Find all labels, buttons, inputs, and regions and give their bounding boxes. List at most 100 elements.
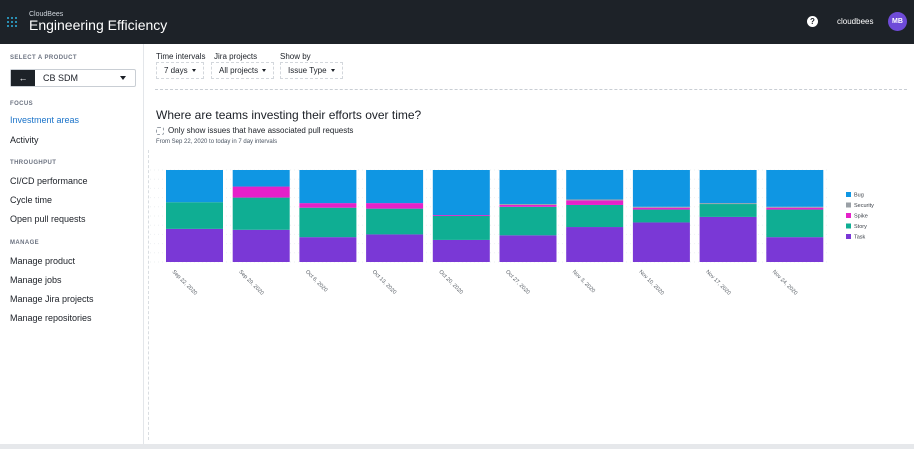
bar-segment-bug	[299, 170, 357, 204]
sidebar-item-cicd-performance[interactable]: CI/CD performance	[10, 176, 88, 186]
bar-segment-spike	[499, 204, 557, 207]
legend-label-spike: Spike	[854, 214, 868, 220]
sidebar: SELECT A PRODUCT ← CB SDM FOCUS Investme…	[0, 44, 144, 444]
bar-segment-task	[299, 237, 357, 262]
legend-swatch-spike	[846, 213, 851, 218]
sidebar-item-manage-jobs[interactable]: Manage jobs	[10, 275, 62, 285]
jira-projects-dropdown[interactable]: All projects	[211, 62, 275, 79]
jira-projects-value: All projects	[219, 66, 259, 75]
jira-projects-label: Jira projects	[214, 52, 258, 61]
bar-segment-bug	[566, 170, 624, 200]
bar-segment-spike	[766, 207, 824, 210]
bar-segment-security	[632, 206, 690, 208]
x-tick-label: Sep 29, 2020	[237, 269, 264, 296]
x-tick-label: Oct 6, 2020	[304, 269, 328, 293]
bar-segment-security	[766, 206, 824, 208]
legend-label-security: Security	[854, 203, 874, 209]
x-tick-label: Oct 27, 2020	[504, 269, 531, 296]
sidebar-item-manage-repositories[interactable]: Manage repositories	[10, 313, 92, 323]
bar-segment-bug	[232, 170, 290, 187]
bar-segment-spike	[432, 215, 490, 216]
bar-segment-task	[632, 222, 690, 262]
bar-segment-bug	[699, 170, 757, 204]
legend-label-bug: Bug	[854, 193, 864, 199]
avatar[interactable]: MB	[888, 12, 907, 31]
sidebar-item-manage-jira-projects[interactable]: Manage Jira projects	[10, 294, 94, 304]
bar-segment-security	[499, 204, 557, 205]
legend-swatch-story	[846, 223, 851, 229]
bar-segment-bug	[366, 170, 424, 204]
investment-chart: Sep 22, 2020 Sep 29, 2020 Oct 6, 2020 Oct 1…	[150, 169, 874, 297]
bar-segment-task	[566, 227, 624, 262]
bar-segment-bug	[166, 170, 223, 203]
bar-segment-story	[566, 204, 624, 228]
x-tick-label: Nov 17, 2020	[704, 269, 731, 296]
legend-swatch-task	[846, 234, 851, 239]
bar-segment-spike	[632, 207, 690, 210]
bar-segment-spike	[566, 200, 624, 205]
bar-segment-security	[699, 203, 757, 205]
bar-segment-task	[166, 228, 223, 262]
sidebar-item-activity[interactable]: Activity	[10, 135, 39, 145]
bar-segment-spike	[299, 203, 357, 208]
top-bar: CloudBees Engineering Efficiency ? cloud…	[0, 0, 914, 44]
product-select-value: CB SDM	[43, 73, 79, 83]
chevron-down-icon	[120, 76, 126, 80]
chevron-down-icon	[191, 69, 196, 73]
bar-segment-story	[366, 208, 424, 235]
show-by-value: Issue Type	[288, 66, 327, 75]
x-tick-label: Nov 24, 2020	[771, 269, 798, 296]
bar-segment-story	[632, 209, 690, 223]
bar-segment-story	[699, 204, 757, 217]
sidebar-item-investment-areas[interactable]: Investment areas	[10, 115, 79, 125]
bar-segment-task	[366, 234, 424, 262]
bar-segment-task	[232, 229, 290, 262]
divider	[155, 89, 907, 90]
bar-segment-task	[699, 216, 757, 262]
bar-segment-story	[166, 202, 223, 229]
app-grid-icon[interactable]	[7, 17, 17, 27]
bar-segment-spike	[232, 186, 290, 198]
bar-segment-bug	[499, 170, 557, 205]
time-intervals-dropdown[interactable]: 7 days	[156, 62, 204, 79]
bar-segment-security	[566, 199, 624, 201]
bar-segment-story	[299, 207, 357, 238]
chevron-down-icon	[262, 69, 267, 73]
bar-segment-story	[232, 197, 290, 230]
org-name[interactable]: cloudbees	[837, 17, 873, 26]
bar-segment-task	[499, 235, 557, 262]
legend-label-story: Story	[854, 224, 867, 230]
pull-requests-checkbox-label[interactable]: Only show issues that have associated pu…	[168, 126, 353, 135]
bar-segment-task	[432, 239, 490, 262]
chevron-down-icon	[330, 69, 335, 73]
focus-heading: FOCUS	[10, 101, 33, 107]
legend-swatch-bug	[846, 192, 851, 197]
pull-requests-checkbox[interactable]	[156, 127, 164, 135]
bar-segment-spike	[366, 203, 424, 209]
legend-label-task: Task	[854, 235, 866, 241]
x-tick-label: Nov 10, 2020	[637, 269, 664, 296]
sidebar-item-open-pull-requests[interactable]: Open pull requests	[10, 214, 86, 224]
x-tick-label: Oct 20, 2020	[437, 269, 464, 296]
x-tick-label: Sep 22, 2020	[171, 269, 198, 296]
x-tick-label: Oct 13, 2020	[371, 269, 398, 296]
show-by-label: Show by	[280, 52, 311, 61]
bar-segment-story	[432, 216, 490, 240]
manage-heading: MANAGE	[10, 240, 40, 246]
sidebar-item-manage-product[interactable]: Manage product	[10, 256, 75, 266]
date-range-note: From Sep 22, 2020 to today in 7 day inte…	[156, 139, 278, 145]
product-select[interactable]: ← CB SDM	[10, 69, 136, 87]
app-title[interactable]: Engineering Efficiency	[29, 17, 167, 33]
time-intervals-label: Time intervals	[156, 52, 206, 61]
sidebar-item-cycle-time[interactable]: Cycle time	[10, 195, 52, 205]
show-by-dropdown[interactable]: Issue Type	[280, 62, 343, 79]
bar-segment-bug	[432, 170, 490, 216]
bar-segment-bug	[632, 170, 690, 207]
help-icon[interactable]: ?	[807, 16, 818, 27]
throughput-heading: THROUGHPUT	[10, 160, 57, 166]
legend-swatch-security	[846, 202, 851, 208]
bar-segment-story	[499, 206, 557, 236]
back-arrow-icon[interactable]: ←	[11, 70, 35, 86]
page-title: Where are teams investing their efforts …	[156, 108, 422, 122]
bar-segment-task	[766, 237, 824, 262]
